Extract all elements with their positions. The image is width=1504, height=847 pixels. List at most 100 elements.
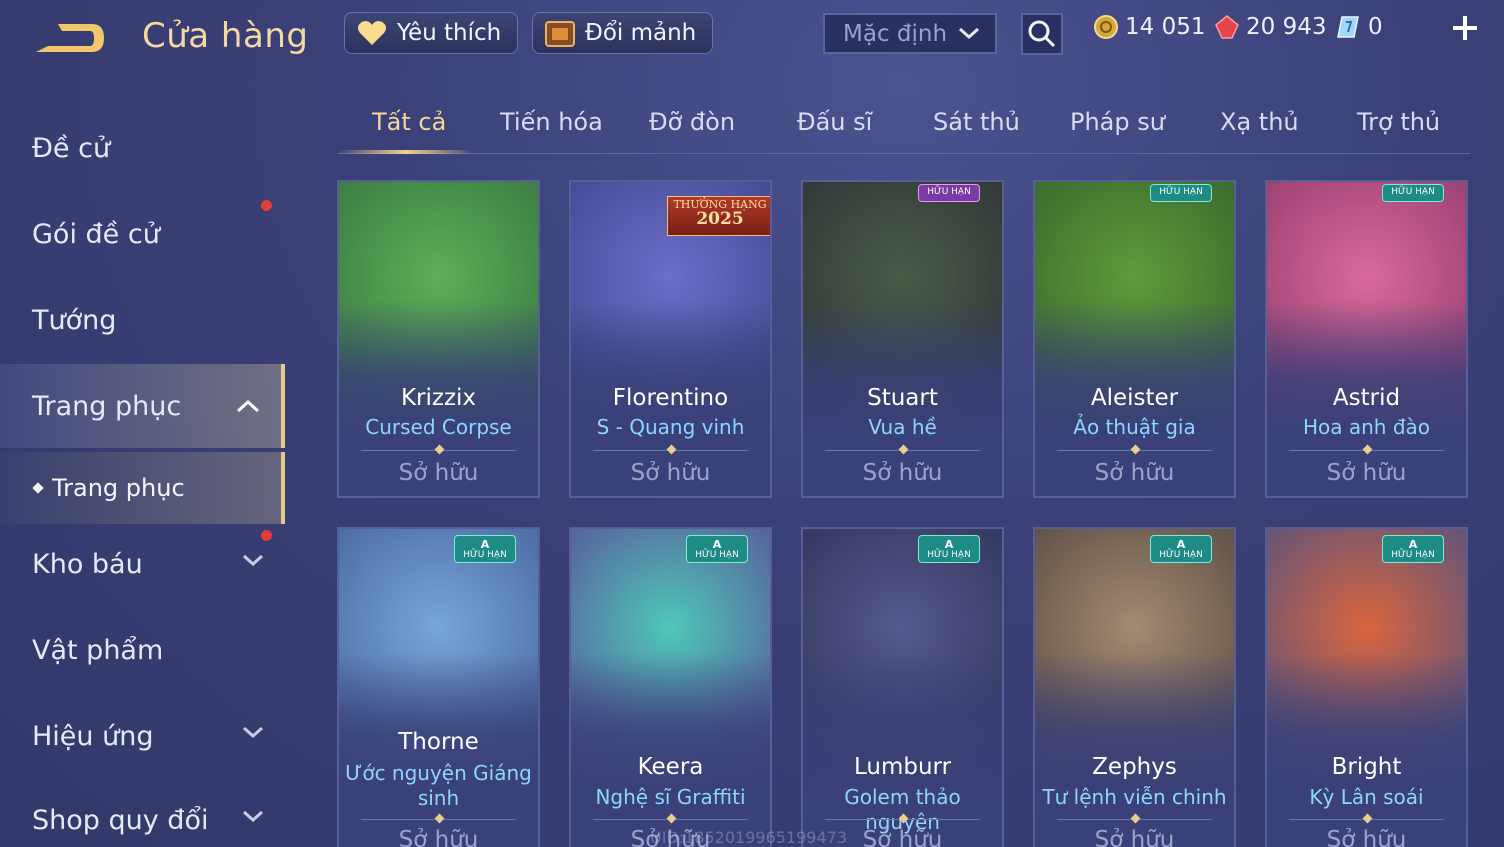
tab-mage[interactable]: Pháp sư — [1070, 108, 1165, 136]
favorite-button[interactable]: Yêu thích — [344, 12, 519, 54]
skin-card[interactable]: HỮU HẠN Astrid Hoa anh đào Sở hữu — [1265, 180, 1468, 498]
skin-card[interactable]: AHỮU HẠN Lumburr Golem thảo nguyên Sở hữ… — [801, 527, 1004, 847]
ownership-status: Sở hữu — [398, 460, 479, 486]
tab-tank[interactable]: Đỡ đòn — [649, 108, 735, 136]
sidebar-item-items[interactable]: Vật phẩm — [0, 610, 285, 690]
ownership-status: Sở hữu — [630, 460, 711, 486]
hero-name: Lumburr — [853, 754, 952, 780]
gold-coin-icon — [1094, 15, 1118, 39]
gold-value: 14 051 — [1125, 14, 1206, 40]
rank-badge-year: 2025 — [696, 209, 744, 229]
skin-name: Cursed Corpse — [365, 415, 512, 439]
hero-name: Thorne — [398, 729, 479, 755]
top-bar: Cửa hàng Yêu thích Đổi mảnh Mặc định 14 … — [0, 0, 1504, 70]
sidebar-item-label: Gói đề cử — [32, 218, 160, 250]
limited-badge: HỮU HẠN — [1150, 184, 1212, 202]
sidebar-item-exchange-shop[interactable]: Shop quy đổi — [0, 780, 285, 847]
skin-card[interactable]: A HỮU HẠN Zephys Tư lệnh viễn chinh Sở hữ… — [1033, 527, 1236, 847]
sidebar-item-recommended-bundles[interactable]: Gói đề cử — [0, 194, 285, 274]
ownership-status: Sở hữu — [1326, 827, 1407, 847]
sidebar-item-label: Trang phục — [32, 390, 182, 422]
skin-card[interactable]: HỮU HẠN Stuart Vua hề Sở hữu — [801, 180, 1004, 498]
limited-badge: HỮU HẠN — [918, 184, 980, 202]
skin-card[interactable]: A HỮU HẠN Bright Kỳ Lân soái Sở hữu — [1265, 527, 1468, 847]
skin-name: Hoa anh đào — [1302, 415, 1431, 439]
page-title: Cửa hàng — [142, 16, 309, 56]
chevron-up-icon — [236, 399, 260, 413]
voucher-gem-icon — [1215, 15, 1239, 39]
tab-support[interactable]: Trợ thủ — [1357, 108, 1440, 136]
sidebar-subitem-skins[interactable]: Trang phục — [0, 452, 285, 524]
tab-all[interactable]: Tất cả — [372, 108, 446, 136]
tab-evolution[interactable]: Tiến hóa — [500, 108, 603, 136]
hero-name: Keera — [637, 754, 704, 780]
limited-badge: A HỮU HẠN — [1382, 535, 1444, 563]
skin-name: Ảo thuật gia — [1073, 415, 1196, 439]
heart-icon — [355, 16, 389, 50]
chevron-down-icon — [243, 554, 263, 567]
gold-balance: 14 051 — [1093, 14, 1205, 40]
sidebar-item-label: Hiệu ứng — [32, 720, 154, 752]
search-button[interactable] — [1021, 13, 1063, 55]
limited-badge: A HỮU HẠN — [686, 535, 748, 563]
active-tab-indicator — [338, 150, 474, 154]
skin-name: Nghệ sĩ Graffiti — [595, 785, 746, 809]
diamond-icon — [1337, 16, 1359, 38]
ownership-status: Sở hữu — [1326, 460, 1407, 486]
hero-name: Astrid — [1332, 385, 1401, 411]
skin-card[interactable]: A HỮU HẠN Thorne Ước nguyện Giáng sinh Sở… — [337, 527, 540, 847]
sidebar-item-heroes[interactable]: Tướng — [0, 280, 285, 360]
limited-badge: A HỮU HẠN — [918, 535, 980, 563]
skin-name: Vua hề — [868, 415, 937, 439]
ownership-status: Sở hữu — [862, 460, 943, 486]
sidebar-item-label: Shop quy đổi — [32, 804, 209, 836]
skin-name: Kỳ Lân soái — [1309, 785, 1424, 809]
sidebar-subitem-label: Trang phục — [52, 474, 185, 502]
skin-name: Tư lệnh viễn chinh — [1042, 785, 1227, 809]
hero-name: Krizzix — [400, 385, 477, 411]
back-button[interactable] — [30, 18, 110, 60]
skin-card[interactable]: HỮU HẠN Aleister Ảo thuật gia Sở hữu — [1033, 180, 1236, 498]
role-tabs: Tất cả Tiến hóa Đỡ đòn Đấu sĩ Sát thủ Ph… — [338, 100, 1470, 154]
add-currency-button[interactable] — [1448, 14, 1482, 48]
chevron-down-icon — [243, 810, 263, 823]
limited-badge: A HỮU HẠN — [1150, 535, 1212, 563]
sidebar-item-effects[interactable]: Hiệu ứng — [0, 696, 285, 776]
exchange-label: Đổi mảnh — [585, 20, 697, 46]
uid-watermark: UID:185201996519947​3 — [650, 828, 848, 847]
voucher-balance: 20 943 — [1214, 14, 1326, 40]
tab-fighter[interactable]: Đấu sĩ — [797, 108, 872, 136]
back-arrow-icon — [36, 24, 104, 52]
hero-name: Bright — [1331, 754, 1402, 780]
ownership-status: Sở hữu — [1094, 827, 1175, 847]
diamond-balance: 0 — [1336, 14, 1383, 40]
ownership-status: Sở hữu — [1094, 460, 1175, 486]
exchange-fragments-button[interactable]: Đổi mảnh — [532, 12, 714, 54]
hero-name: Florentino — [612, 385, 729, 411]
category-sidebar: Đề cử Gói đề cử Tướng Trang phục Trang p… — [0, 100, 285, 847]
skin-card[interactable]: A HỮU HẠN Keera Nghệ sĩ Graffiti Sở hữu — [569, 527, 772, 847]
ownership-status: Sở hữu — [398, 827, 479, 847]
sidebar-item-label: Tướng — [32, 304, 117, 336]
sort-dropdown[interactable]: Mặc định — [823, 13, 997, 54]
notification-dot — [261, 530, 272, 541]
sidebar-item-skins[interactable]: Trang phục — [0, 364, 285, 448]
hero-name: Stuart — [867, 385, 938, 411]
search-icon — [1028, 20, 1056, 48]
sidebar-item-recommended[interactable]: Đề cử — [0, 108, 285, 188]
bullet-icon — [32, 482, 44, 494]
sidebar-item-treasure[interactable]: Kho báu — [0, 524, 285, 604]
hero-name: Aleister — [1090, 385, 1179, 411]
tab-marksman[interactable]: Xạ thủ — [1220, 108, 1299, 136]
skin-card[interactable]: Krizzix Cursed Corpse Sở hữu — [337, 180, 540, 498]
tab-assassin[interactable]: Sát thủ — [933, 108, 1020, 136]
hero-name: Zephys — [1092, 754, 1177, 780]
plus-icon — [1453, 16, 1477, 40]
skin-name: S - Quang vinh — [596, 415, 745, 439]
limited-badge: A HỮU HẠN — [454, 535, 516, 563]
sidebar-item-label: Kho báu — [32, 548, 143, 580]
voucher-value: 20 943 — [1246, 14, 1327, 40]
limited-badge: HỮU HẠN — [1382, 184, 1444, 202]
notification-dot — [261, 200, 272, 211]
skin-card[interactable]: THƯỞNG HẠNG 2025 Florentino S - Quang vi… — [569, 180, 772, 498]
